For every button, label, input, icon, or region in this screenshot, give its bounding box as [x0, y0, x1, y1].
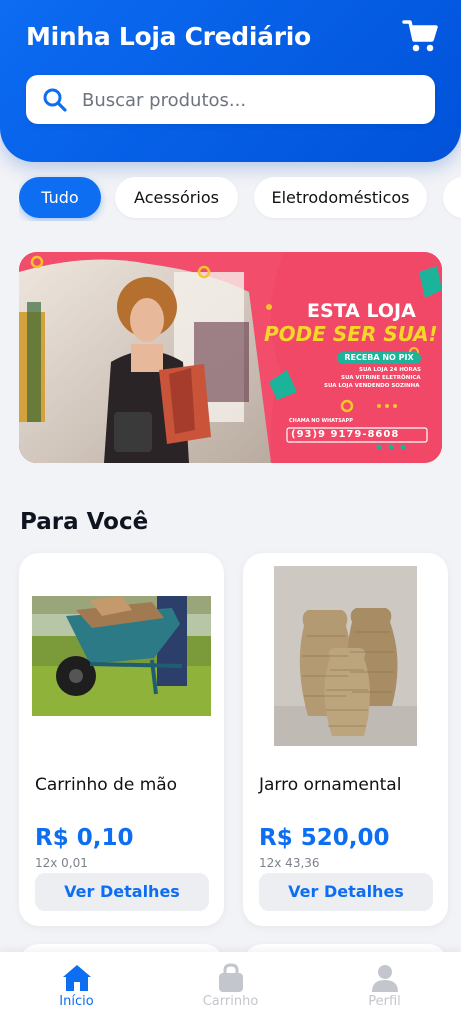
view-details-button[interactable]: Ver Detalhes: [259, 873, 433, 911]
search-input[interactable]: [80, 75, 424, 126]
banner-headline-1: ESTA LOJA: [307, 300, 416, 322]
banner-phone: (93)9 9179-8608: [291, 429, 400, 440]
cart-button[interactable]: [402, 18, 440, 54]
category-chip-more[interactable]: [443, 177, 461, 218]
banner-line-1: SUA LOJA 24 HORAS: [359, 367, 421, 373]
nav-item-home[interactable]: Início: [0, 952, 153, 1024]
view-details-button[interactable]: Ver Detalhes: [35, 873, 209, 911]
nav-label-home: Início: [59, 994, 94, 1009]
home-icon: [63, 965, 91, 991]
category-chips: Tudo Acessórios Eletrodomésticos: [19, 175, 461, 221]
product-image-vase: [274, 566, 417, 746]
banner-pix-badge: RECEBA NO PIX: [344, 353, 414, 362]
nav-label-profile: Perfil: [368, 994, 401, 1009]
product-name: Carrinho de mão: [35, 775, 178, 795]
product-installments: 12x 0,01: [35, 856, 88, 870]
product-card[interactable]: Carrinho de mão R$ 0,10 12x 0,01 Ver Det…: [19, 553, 224, 926]
banner-line-2: SUA VITRINE ELETRÔNICA: [341, 375, 421, 381]
category-chip-eletrodomesticos[interactable]: Eletrodomésticos: [254, 177, 427, 218]
app-header: Minha Loja Crediário: [0, 0, 461, 162]
category-chip-tudo[interactable]: Tudo: [19, 177, 101, 218]
banner-line-3: SUA LOJA VENDENDO SOZINHA: [324, 383, 420, 389]
nav-item-profile[interactable]: Perfil: [308, 952, 461, 1024]
product-installments: 12x 43,36: [259, 856, 320, 870]
category-chip-acessorios[interactable]: Acessórios: [115, 177, 238, 218]
bottom-navigation: Início Carrinho Perfil: [0, 952, 461, 1024]
nav-item-cart[interactable]: Carrinho: [154, 952, 307, 1024]
product-price: R$ 0,10: [35, 825, 134, 851]
user-icon: [372, 965, 398, 992]
promo-banner[interactable]: ESTA LOJA PODE SER SUA! RECEBA NO PIX SU…: [19, 252, 442, 463]
app-title: Minha Loja Crediário: [26, 22, 311, 51]
shopping-bag-icon: [219, 963, 243, 992]
product-card[interactable]: Jarro ornamental R$ 520,00 12x 43,36 Ver…: [243, 553, 448, 926]
product-image-wheelbarrow: [32, 596, 211, 716]
nav-label-cart: Carrinho: [202, 994, 259, 1009]
product-name: Jarro ornamental: [259, 775, 402, 795]
search-bar[interactable]: [26, 75, 435, 126]
section-title: Para Você: [20, 509, 149, 535]
search-icon: [43, 88, 67, 112]
banner-headline-2: PODE SER SUA!: [264, 322, 438, 346]
product-price: R$ 520,00: [259, 825, 390, 851]
shopping-cart-icon: [402, 20, 438, 52]
banner-whatsapp-label: CHAMA NO WHATSAPP: [289, 418, 353, 424]
